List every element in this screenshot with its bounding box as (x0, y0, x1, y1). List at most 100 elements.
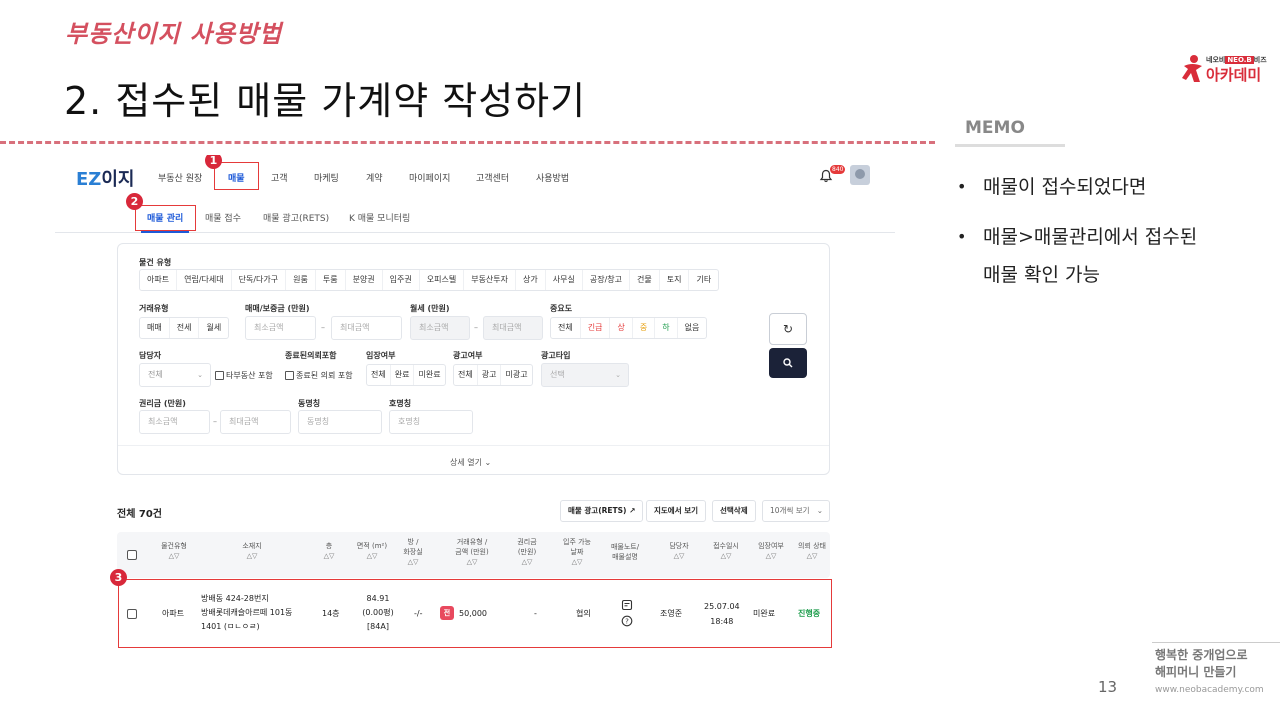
rent-max-input[interactable]: 최대금액 (483, 316, 543, 340)
ho-label: 호명칭 (389, 399, 412, 408)
cell-movein: 협의 (576, 609, 591, 618)
price-min-input[interactable]: 최소금액 (245, 316, 316, 340)
row-checkbox[interactable] (127, 609, 137, 619)
slide-title: 2. 접수된 매물 가계약 작성하기 (64, 79, 587, 123)
importance-option[interactable]: 하 (655, 318, 678, 338)
importance-option[interactable]: 중 (633, 318, 656, 338)
importance-label: 중요도 (550, 304, 573, 313)
manager-select[interactable]: 전체 ⌄ (139, 363, 211, 387)
type-option[interactable]: 상가 (516, 270, 546, 290)
type-option[interactable]: 건물 (630, 270, 660, 290)
type-option[interactable]: 원룸 (286, 270, 316, 290)
price-max-input[interactable]: 최대금액 (331, 316, 402, 340)
subnav-monitoring[interactable]: K 매물 모니터링 (349, 211, 410, 224)
nav-item-mypage[interactable]: 마이페이지 (409, 171, 450, 184)
search-icon (783, 358, 793, 368)
importance-option[interactable]: 긴급 (581, 318, 611, 338)
type-option[interactable]: 분양권 (346, 270, 383, 290)
importance-option[interactable]: 없음 (678, 318, 707, 338)
col-header[interactable]: 면적 (m²) △▽ (352, 541, 392, 561)
importance-option[interactable]: 상 (610, 318, 633, 338)
col-header[interactable]: 거래유형 / 금액 (만원) △▽ (447, 537, 497, 567)
col-header[interactable]: 접수일시 △▽ (706, 541, 746, 561)
ad-option[interactable]: 미광고 (501, 365, 531, 385)
deal-option[interactable]: 매매 (140, 318, 170, 338)
deal-type-badge: 전 (440, 606, 454, 620)
help-icon[interactable]: ? (621, 615, 633, 627)
nav-item-support[interactable]: 고객센터 (476, 171, 509, 184)
importance-group: 전체 긴급 상 중 하 없음 (550, 317, 708, 339)
ad-option[interactable]: 전체 (454, 365, 478, 385)
premium-min-input[interactable]: 최소금액 (139, 410, 210, 434)
deal-type-label: 거래유형 (139, 304, 169, 313)
nav-item-contract[interactable]: 계약 (366, 171, 383, 184)
nav-item-marketing[interactable]: 마케팅 (314, 171, 339, 184)
type-option[interactable]: 공장/창고 (583, 270, 630, 290)
panel-divider (118, 445, 829, 446)
importance-option[interactable]: 전체 (551, 318, 581, 338)
cell-manager: 조영준 (660, 609, 683, 618)
deal-option[interactable]: 전세 (170, 318, 200, 338)
delete-selected-button[interactable]: 선택삭제 (712, 500, 756, 522)
price-label: 매매/보증금 (만원) (245, 304, 310, 313)
col-header[interactable]: 의뢰 상태 △▽ (792, 541, 832, 561)
type-option[interactable]: 입주권 (383, 270, 420, 290)
type-option[interactable]: 투룸 (316, 270, 346, 290)
rent-min-input[interactable]: 최소금액 (410, 316, 470, 340)
select-all-checkbox[interactable] (127, 550, 137, 560)
dong-input[interactable]: 동명칭 (298, 410, 382, 434)
movein-option[interactable]: 미완료 (414, 365, 444, 385)
page-size-select[interactable]: 10개씩 보기 ⌄ (762, 500, 830, 522)
col-header[interactable]: 소재지 △▽ (232, 541, 272, 561)
search-button[interactable] (769, 348, 807, 378)
expand-details-button[interactable]: 상세 열기 ⌄ (450, 457, 491, 468)
step-badge-2: 2 (126, 193, 143, 210)
ads-rets-button[interactable]: 매물 광고(RETS) ↗ (560, 500, 644, 522)
type-option[interactable]: 사무실 (546, 270, 583, 290)
type-option[interactable]: 오피스텔 (420, 270, 465, 290)
type-option[interactable]: 아파트 (140, 270, 178, 290)
col-header[interactable]: 담당자 △▽ (659, 541, 699, 561)
type-option[interactable]: 토지 (660, 270, 690, 290)
premium-max-input[interactable]: 최대금액 (220, 410, 291, 434)
movein-option[interactable]: 완료 (391, 365, 415, 385)
footer-divider (1152, 642, 1280, 643)
highlight-box-1 (214, 162, 259, 190)
avatar[interactable] (850, 165, 870, 185)
nav-item-howto[interactable]: 사용방법 (536, 171, 569, 184)
col-header[interactable]: 층 △▽ (317, 541, 341, 561)
ho-input[interactable]: 호명칭 (389, 410, 473, 434)
ad-type-select[interactable]: 선택 ⌄ (541, 363, 629, 387)
subnav-ads[interactable]: 매물 광고(RETS) (263, 211, 329, 224)
movein-option[interactable]: 전체 (367, 365, 391, 385)
col-header[interactable]: 방 / 화장실 △▽ (399, 537, 427, 567)
app-screenshot: EZ이지 부동산 원장 매물 고객 마케팅 계약 마이페이지 고객센터 사용방법… (55, 155, 895, 650)
col-header[interactable]: 임장여부 △▽ (751, 541, 791, 561)
other-office-checkbox[interactable]: 타부동산 포함 (215, 370, 273, 381)
cell-type: 아파트 (162, 609, 185, 618)
col-header[interactable]: 입주 가능 날짜 △▽ (557, 537, 597, 567)
subnav-receive[interactable]: 매물 접수 (205, 211, 241, 224)
nav-item-ledger[interactable]: 부동산 원장 (158, 171, 202, 184)
type-option[interactable]: 부동산투자 (464, 270, 517, 290)
type-option[interactable]: 기타 (689, 270, 718, 290)
col-header[interactable]: 물건유형 △▽ (159, 541, 189, 561)
map-view-button[interactable]: 지도에서 보기 (646, 500, 707, 522)
memo-item: 매물>매물관리에서 접수된매물 확인 가능 (955, 218, 1255, 294)
reset-button[interactable]: ↻ (769, 313, 807, 345)
deal-type-group: 매매 전세 월세 (139, 317, 230, 339)
deal-option[interactable]: 월세 (199, 318, 228, 338)
col-header[interactable]: 권리금 (만원) △▽ (510, 537, 544, 567)
type-option[interactable]: 단독/다가구 (232, 270, 287, 290)
ad-option[interactable]: 광고 (478, 365, 502, 385)
ez-logo[interactable]: EZ이지 (76, 165, 134, 191)
nav-item-customer[interactable]: 고객 (271, 171, 288, 184)
note-icon[interactable] (621, 599, 633, 611)
type-option[interactable]: 연립/다세대 (177, 270, 232, 290)
ad-type-label: 광고타입 (541, 351, 571, 360)
col-header: 매물노트/ 매물설명 (610, 543, 640, 561)
memo-item: 매물이 접수되었다면 (955, 168, 1255, 206)
cell-inspection: 미완료 (753, 609, 776, 618)
closed-checkbox[interactable]: 종료된 의뢰 포함 (285, 370, 353, 381)
movein-label: 임장여부 (366, 351, 396, 360)
